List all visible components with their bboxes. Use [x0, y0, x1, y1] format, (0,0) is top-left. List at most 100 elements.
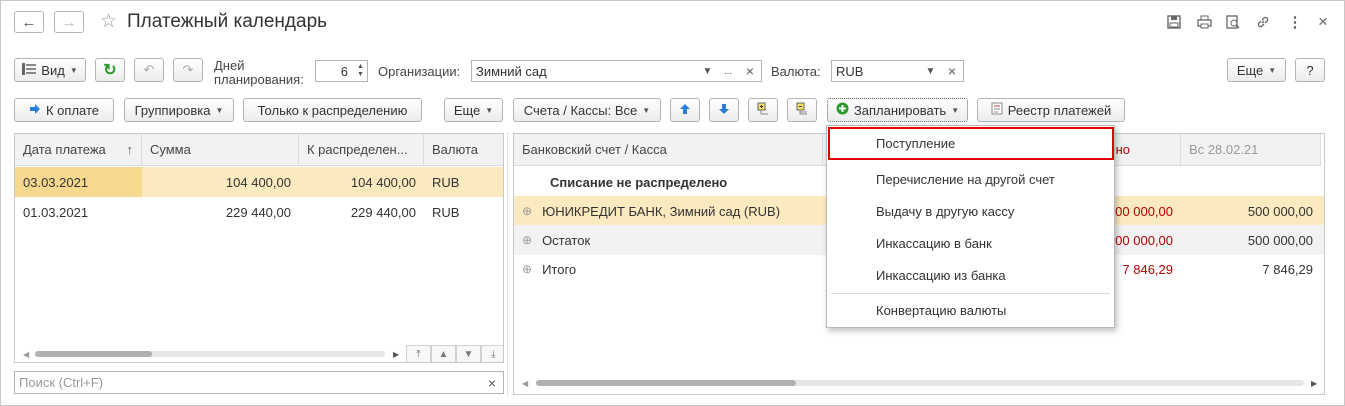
org-dropdown-button[interactable]: ▼ [698, 60, 718, 82]
expand-icon[interactable]: ⊕ [522, 204, 532, 218]
row-date: 03.03.2021 [23, 174, 89, 190]
row-date: 01.03.2021 [23, 204, 89, 220]
print-icon[interactable] [1194, 13, 1214, 31]
triangle-up-icon: ▲ [438, 348, 449, 360]
arrow-down-icon [718, 103, 730, 118]
currency-clear-button[interactable]: × [941, 60, 964, 82]
chevron-down-icon: ▼ [485, 105, 494, 115]
scroll-left-icon[interactable]: ◀ [522, 379, 528, 388]
scroll-right-icon[interactable]: ▶ [1311, 379, 1317, 388]
accounts-filter-label: Счета / Кассы: Все [523, 102, 638, 118]
move-down-button[interactable] [709, 98, 739, 122]
col-header-account[interactable]: Банковский счет / Касса [514, 134, 823, 166]
sort-arrow-icon: ↑ [126, 142, 134, 157]
expand-tree-icon [756, 102, 770, 119]
scroll-top-button[interactable]: ⤒ [406, 345, 431, 362]
arrow-right-icon: → [61, 13, 77, 31]
more-button[interactable]: Еще ▼ [1227, 58, 1286, 82]
row-name: Списание не распределено [550, 174, 728, 190]
scroll-right-icon[interactable]: ▶ [393, 350, 399, 359]
row-value-sunday: 7 846,29 [1262, 261, 1313, 277]
row-value-sunday: 500 000,00 [1247, 203, 1313, 219]
scroll-left-icon[interactable]: ◀ [23, 350, 29, 359]
chevron-down-icon: ▼ [702, 65, 713, 77]
plan-button[interactable]: Запланировать ▼ [827, 98, 968, 122]
scrollbar-thumb[interactable] [536, 380, 796, 386]
left-more-button[interactable]: Еще ▼ [444, 98, 503, 122]
scroll-down-button[interactable]: ▼ [456, 345, 481, 362]
save-icon[interactable] [1164, 13, 1184, 31]
redo-button[interactable]: ↷ [173, 58, 203, 82]
accounts-filter-button[interactable]: Счета / Кассы: Все ▼ [513, 98, 661, 122]
col-header-sunday[interactable]: Вс 28.02.21 [1181, 134, 1321, 166]
panel-splitter[interactable] [507, 133, 509, 395]
col-header-date[interactable]: Дата платежа ↑ [15, 134, 142, 166]
menu-item-transfer-account[interactable]: Перечисление на другой счет [827, 164, 1114, 194]
stepper-up-icon[interactable]: ▲ [357, 63, 364, 71]
view-menu-button[interactable]: Вид ▼ [14, 58, 86, 82]
org-input[interactable]: Зимний сад [471, 60, 699, 82]
col-header-currency[interactable]: Валюта [424, 134, 503, 166]
redo-icon: ↷ [182, 62, 194, 77]
window: ← → ☆ Платежный календарь ⋮ × Вид ▼ ↻ ↶ … [0, 0, 1345, 406]
registry-label: Реестр платежей [1007, 102, 1112, 118]
chevron-down-icon: ▼ [215, 105, 224, 115]
expand-icon[interactable]: ⊕ [522, 262, 532, 276]
undo-button[interactable]: ↶ [134, 58, 164, 82]
collapse-all-button[interactable] [787, 98, 817, 122]
preview-icon[interactable] [1223, 13, 1243, 31]
page-title: Платежный календарь [127, 11, 328, 32]
days-input[interactable]: 6 [315, 60, 355, 82]
expand-icon[interactable]: ⊕ [522, 233, 532, 247]
list-view-icon [22, 62, 37, 78]
grouping-button[interactable]: Группировка ▼ [124, 98, 234, 122]
more-label: Еще [453, 102, 481, 118]
search-input[interactable]: Поиск (Ctrl+F) [14, 371, 482, 394]
menu-item-currency-conversion[interactable]: Конвертацию валюты [827, 295, 1114, 325]
only-distribution-button[interactable]: Только к распределению [243, 98, 422, 122]
menu-item-collection-to-bank[interactable]: Инкассацию в банк [827, 228, 1114, 258]
refresh-icon: ↻ [103, 62, 117, 79]
refresh-button[interactable]: ↻ [95, 58, 125, 82]
row-name-cell: ⊕ Итого [522, 261, 577, 277]
back-button[interactable]: ← [14, 11, 44, 33]
currency-dropdown-button[interactable]: ▼ [920, 60, 942, 82]
menu-item-collection-from-bank[interactable]: Инкассацию из банка [827, 260, 1114, 290]
close-icon[interactable]: × [1313, 12, 1333, 31]
chevron-down-icon: ▼ [1268, 65, 1277, 75]
row-sum: 104 400,00 [225, 174, 291, 190]
document-icon [991, 102, 1003, 118]
link-icon[interactable] [1253, 13, 1273, 31]
row-sum: 229 440,00 [225, 204, 291, 220]
col-header-to-distribute[interactable]: К распределен... [299, 134, 424, 166]
chevron-down-icon: ▼ [69, 65, 78, 75]
scroll-up-button[interactable]: ▲ [431, 345, 456, 362]
currency-input[interactable]: RUB [831, 60, 921, 82]
org-clear-button[interactable]: × [739, 60, 762, 82]
favorite-star-icon[interactable]: ☆ [100, 10, 117, 33]
scrollbar-thumb[interactable] [35, 351, 152, 357]
expand-all-button[interactable] [748, 98, 778, 122]
chevron-down-icon: ▼ [642, 105, 651, 115]
menu-item-transfer-cashbox[interactable]: Выдачу в другую кассу [827, 196, 1114, 226]
payments-table: Дата платежа ↑ Сумма К распределен... Ва… [14, 133, 504, 363]
org-select-button[interactable]: ... [717, 60, 740, 82]
chevron-down-icon: ▼ [951, 105, 960, 115]
more-vertical-icon[interactable]: ⋮ [1285, 13, 1305, 31]
row-to-distribute: 104 400,00 [350, 174, 416, 190]
days-stepper[interactable]: ▲ ▼ [354, 60, 368, 82]
plan-label: Запланировать [853, 102, 947, 118]
col-header-sum[interactable]: Сумма [142, 134, 299, 166]
to-first-icon: ⤒ [416, 348, 421, 360]
undo-icon: ↶ [143, 62, 155, 77]
forward-button[interactable]: → [54, 11, 84, 33]
search-clear-button[interactable]: × [481, 371, 504, 394]
help-button[interactable]: ? [1295, 58, 1325, 82]
move-up-button[interactable] [670, 98, 700, 122]
highlight-frame [828, 127, 1114, 160]
triangle-down-icon: ▼ [463, 348, 474, 360]
scroll-bottom-button[interactable]: ⤓ [481, 345, 503, 362]
registry-button[interactable]: Реестр платежей [977, 98, 1125, 122]
stepper-down-icon[interactable]: ▼ [357, 71, 364, 79]
to-pay-button[interactable]: К оплате [14, 98, 114, 122]
